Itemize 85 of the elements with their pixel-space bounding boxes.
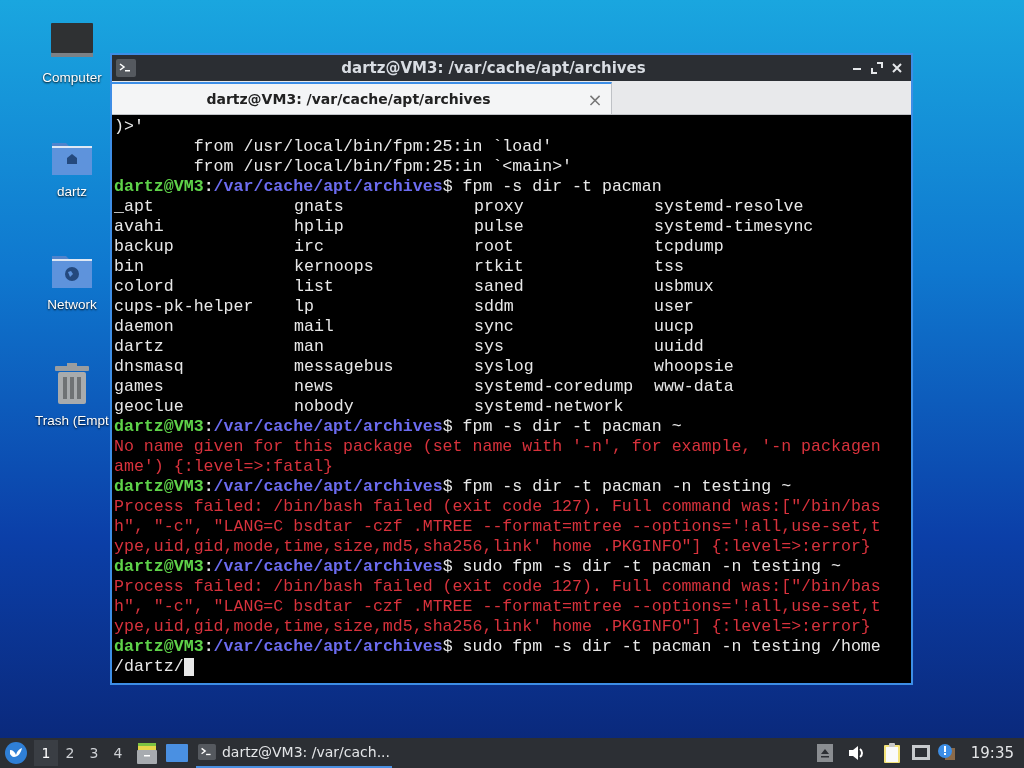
workspace-button[interactable]: 1	[34, 740, 58, 766]
error-output-line: ype,uid,gid,mode,time,size,md5,sha256,link' home .PKGINFO"] {:level=>:error}	[114, 617, 871, 637]
user-name: tss	[654, 257, 685, 277]
user-name: sys	[474, 337, 505, 357]
user-name: man	[294, 337, 325, 357]
eject-icon[interactable]	[816, 744, 833, 762]
user-name: tcpdump	[654, 237, 725, 257]
close-icon[interactable]	[891, 62, 903, 74]
output-line: from /usr/local/bin/fpm:25:in `<main>'	[192, 157, 573, 177]
window-title: dartz@VM3: /var/cache/apt/archives	[340, 57, 647, 79]
user-name: dartz	[114, 337, 165, 357]
user-name: cups-pk-helper	[114, 297, 255, 317]
taskbar-window-button[interactable]: dartz@VM3: /var/cach...	[196, 738, 392, 768]
shell-prompt-line: dartz@VM3:/var/cache/apt/archives$ fpm -s dir -t pacman	[114, 177, 662, 197]
home-folder-icon[interactable]	[51, 140, 93, 177]
user-name: rtkit	[474, 257, 525, 277]
icon-label[interactable]: Trash (Empt	[35, 410, 109, 431]
terminal-tab[interactable]: dartz@VM3: /var/cache/apt/archives ×	[112, 82, 612, 114]
terminal-icon	[198, 743, 216, 761]
shell-prompt-line: dartz@VM3:/var/cache/apt/archives$ fpm -s dir -t pacman ~	[114, 417, 682, 437]
error-output-line: Process failed: /bin/bash failed (exit code 127). Full command was:["/bin/bas	[114, 497, 881, 517]
trash-icon[interactable]	[53, 362, 91, 405]
tab-close-button[interactable]: ×	[585, 85, 605, 113]
user-name: news	[294, 377, 335, 397]
shell-prompt-line: dartz@VM3:/var/cache/apt/archives$ fpm -s dir -t pacman -n testing ~	[114, 477, 792, 497]
workspace-button[interactable]: 2	[58, 740, 82, 766]
icon-label[interactable]: Network	[47, 294, 97, 315]
maximize-icon[interactable]	[871, 62, 883, 74]
error-output-line: ame') {:level=>:fatal}	[114, 457, 334, 477]
error-output-line: h", "-c", "LANG=C bsdtar -czf .MTREE --format=mtree --options='!all,use-set,t	[114, 597, 881, 617]
user-name: www-data	[654, 377, 735, 397]
error-output-line: ype,uid,gid,mode,time,size,md5,sha256,link' home .PKGINFO"] {:level=>:error}	[114, 537, 871, 557]
output-line: from /usr/local/bin/fpm:25:in `load'	[192, 137, 553, 157]
icon-label[interactable]: dartz	[57, 182, 87, 203]
shell-prompt-line: dartz@VM3:/var/cache/apt/archives$ sudo fpm -s dir -t pacman -n testing ~	[114, 557, 841, 577]
user-name: avahi	[114, 217, 165, 237]
user-name: systemd-coredump	[474, 377, 635, 397]
user-name: games	[114, 377, 165, 397]
user-name: uuidd	[654, 337, 705, 357]
update-notification-icon[interactable]	[936, 743, 957, 763]
user-name: systemd-resolve	[654, 197, 805, 217]
user-name: daemon	[114, 317, 175, 337]
user-name: gnats	[294, 197, 345, 217]
user-name: dnsmasq	[114, 357, 185, 377]
user-name: usbmux	[654, 277, 715, 297]
user-name: colord	[114, 277, 175, 297]
start-menu-icon[interactable]	[4, 741, 28, 765]
clock[interactable]: 19:35	[970, 741, 1014, 765]
error-output-line: No name given for this package (set name with '-n', for example, '-n packagen	[114, 437, 881, 457]
user-name: hplip	[294, 217, 345, 237]
user-name: systemd-network	[474, 397, 625, 417]
user-name: sync	[474, 317, 515, 337]
terminal-icon	[116, 59, 136, 77]
user-name: root	[474, 237, 515, 257]
user-name: bin	[114, 257, 145, 277]
file-manager-icon[interactable]	[136, 741, 158, 765]
user-name: saned	[474, 277, 525, 297]
user-name: messagebus	[294, 357, 395, 377]
user-name: pulse	[474, 217, 525, 237]
user-name: list	[294, 277, 335, 297]
network-icon[interactable]	[910, 744, 931, 762]
user-name: geoclue	[114, 397, 185, 417]
user-name: syslog	[474, 357, 535, 377]
volume-icon[interactable]	[846, 744, 865, 762]
output-line: )>'	[114, 117, 144, 137]
user-name: irc	[294, 237, 325, 257]
error-output-line: Process failed: /bin/bash failed (exit code 127). Full command was:["/bin/bas	[114, 577, 881, 597]
user-name: systemd-timesync	[654, 217, 815, 237]
error-output-line: h", "-c", "LANG=C bsdtar -czf .MTREE --format=mtree --options='!all,use-set,t	[114, 517, 881, 537]
workspace-button[interactable]: 4	[106, 740, 130, 766]
user-name: user	[654, 297, 695, 317]
workspace-button[interactable]: 3	[82, 740, 106, 766]
user-name: uucp	[654, 317, 695, 337]
user-name: whoopsie	[654, 357, 735, 377]
clipboard-icon[interactable]	[882, 742, 901, 764]
user-name: nobody	[294, 397, 355, 417]
user-name: _apt	[114, 197, 155, 217]
user-name: kernoops	[294, 257, 375, 277]
user-name: sddm	[474, 297, 515, 317]
output-line: /dartz/	[114, 657, 184, 677]
user-name: lp	[294, 297, 315, 317]
user-name: proxy	[474, 197, 525, 217]
shell-prompt-line: dartz@VM3:/var/cache/apt/archives$ sudo fpm -s dir -t pacman -n testing /home	[114, 637, 881, 657]
user-name: mail	[294, 317, 335, 337]
user-name: backup	[114, 237, 175, 257]
